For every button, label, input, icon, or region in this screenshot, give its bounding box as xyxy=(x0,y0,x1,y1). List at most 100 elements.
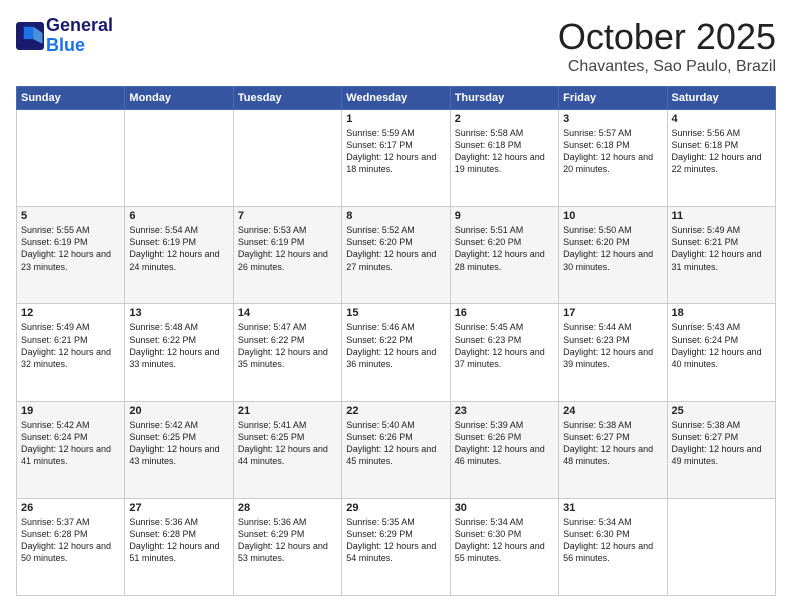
calendar-week-row: 5 Sunrise: 5:55 AM Sunset: 6:19 PM Daylig… xyxy=(17,207,776,304)
cell-details: Sunrise: 5:58 AM Sunset: 6:18 PM Dayligh… xyxy=(455,127,554,176)
cell-details: Sunrise: 5:36 AM Sunset: 6:29 PM Dayligh… xyxy=(238,516,337,565)
cell-details: Sunrise: 5:54 AM Sunset: 6:19 PM Dayligh… xyxy=(129,224,228,273)
day-number: 15 xyxy=(346,307,445,319)
cell-details: Sunrise: 5:38 AM Sunset: 6:27 PM Dayligh… xyxy=(672,419,771,468)
day-number: 17 xyxy=(563,307,662,319)
day-number: 24 xyxy=(563,405,662,417)
calendar-cell: 13 Sunrise: 5:48 AM Sunset: 6:22 PM Dayli… xyxy=(125,304,233,401)
calendar-cell: 5 Sunrise: 5:55 AM Sunset: 6:19 PM Daylig… xyxy=(17,207,125,304)
subtitle: Chavantes, Sao Paulo, Brazil xyxy=(558,58,776,76)
day-number: 26 xyxy=(21,502,120,514)
calendar-cell: 31Sunrise: 5:34 AM Sunset: 6:30 PM Dayli… xyxy=(559,498,667,595)
cell-details: Sunrise: 5:38 AM Sunset: 6:27 PM Dayligh… xyxy=(563,419,662,468)
calendar-cell: 30Sunrise: 5:34 AM Sunset: 6:30 PM Dayli… xyxy=(450,498,558,595)
cell-details: Sunrise: 5:37 AM Sunset: 6:28 PM Dayligh… xyxy=(21,516,120,565)
calendar-week-row: 26 Sunrise: 5:37 AM Sunset: 6:28 PM Dayli… xyxy=(17,498,776,595)
cell-details: Sunrise: 5:55 AM Sunset: 6:19 PM Dayligh… xyxy=(21,224,120,273)
cell-details: Sunrise: 5:39 AM Sunset: 6:26 PM Dayligh… xyxy=(455,419,554,468)
logo: General Blue xyxy=(16,16,113,56)
calendar-cell: 25 Sunrise: 5:38 AM Sunset: 6:27 PM Dayli… xyxy=(667,401,775,498)
day-number: 10 xyxy=(563,210,662,222)
cell-details: Sunrise: 5:44 AM Sunset: 6:23 PM Dayligh… xyxy=(563,321,662,370)
calendar-day-header: Thursday xyxy=(450,87,558,110)
calendar-cell: 15 Sunrise: 5:46 AM Sunset: 6:22 PM Dayli… xyxy=(342,304,450,401)
main-title: October 2025 xyxy=(558,16,776,58)
day-number: 12 xyxy=(21,307,120,319)
calendar-cell xyxy=(125,110,233,207)
calendar-week-row: 12 Sunrise: 5:49 AM Sunset: 6:21 PM Dayli… xyxy=(17,304,776,401)
logo-line2: Blue xyxy=(46,35,85,55)
logo-icon xyxy=(16,22,44,50)
cell-details: Sunrise: 5:49 AM Sunset: 6:21 PM Dayligh… xyxy=(672,224,771,273)
calendar-day-header: Monday xyxy=(125,87,233,110)
calendar-day-header: Friday xyxy=(559,87,667,110)
day-number: 9 xyxy=(455,210,554,222)
cell-details: Sunrise: 5:42 AM Sunset: 6:24 PM Dayligh… xyxy=(21,419,120,468)
calendar-cell: 22 Sunrise: 5:40 AM Sunset: 6:26 PM Dayli… xyxy=(342,401,450,498)
page: General Blue October 2025 Chavantes, Sao… xyxy=(0,0,792,612)
calendar-day-header: Sunday xyxy=(17,87,125,110)
calendar-cell: 4Sunrise: 5:56 AM Sunset: 6:18 PM Daylig… xyxy=(667,110,775,207)
day-number: 14 xyxy=(238,307,337,319)
calendar-day-header: Tuesday xyxy=(233,87,341,110)
calendar-cell: 27Sunrise: 5:36 AM Sunset: 6:28 PM Dayli… xyxy=(125,498,233,595)
logo-line1: General xyxy=(46,16,113,36)
calendar-cell: 23 Sunrise: 5:39 AM Sunset: 6:26 PM Dayli… xyxy=(450,401,558,498)
calendar-cell: 28 Sunrise: 5:36 AM Sunset: 6:29 PM Dayli… xyxy=(233,498,341,595)
calendar-cell: 20Sunrise: 5:42 AM Sunset: 6:25 PM Dayli… xyxy=(125,401,233,498)
cell-details: Sunrise: 5:57 AM Sunset: 6:18 PM Dayligh… xyxy=(563,127,662,176)
calendar-cell: 1Sunrise: 5:59 AM Sunset: 6:17 PM Daylig… xyxy=(342,110,450,207)
day-number: 28 xyxy=(238,502,337,514)
calendar-cell: 24 Sunrise: 5:38 AM Sunset: 6:27 PM Dayli… xyxy=(559,401,667,498)
calendar-cell: 17 Sunrise: 5:44 AM Sunset: 6:23 PM Dayli… xyxy=(559,304,667,401)
calendar-cell: 29Sunrise: 5:35 AM Sunset: 6:29 PM Dayli… xyxy=(342,498,450,595)
calendar-week-row: 1Sunrise: 5:59 AM Sunset: 6:17 PM Daylig… xyxy=(17,110,776,207)
cell-details: Sunrise: 5:59 AM Sunset: 6:17 PM Dayligh… xyxy=(346,127,445,176)
cell-details: Sunrise: 5:46 AM Sunset: 6:22 PM Dayligh… xyxy=(346,321,445,370)
day-number: 11 xyxy=(672,210,771,222)
calendar-cell: 12 Sunrise: 5:49 AM Sunset: 6:21 PM Dayli… xyxy=(17,304,125,401)
calendar-cell: 14 Sunrise: 5:47 AM Sunset: 6:22 PM Dayli… xyxy=(233,304,341,401)
calendar-cell: 11 Sunrise: 5:49 AM Sunset: 6:21 PM Dayli… xyxy=(667,207,775,304)
day-number: 27 xyxy=(129,502,228,514)
cell-details: Sunrise: 5:56 AM Sunset: 6:18 PM Dayligh… xyxy=(672,127,771,176)
calendar-cell xyxy=(233,110,341,207)
day-number: 25 xyxy=(672,405,771,417)
calendar-day-header: Saturday xyxy=(667,87,775,110)
day-number: 23 xyxy=(455,405,554,417)
day-number: 19 xyxy=(21,405,120,417)
cell-details: Sunrise: 5:47 AM Sunset: 6:22 PM Dayligh… xyxy=(238,321,337,370)
calendar-cell: 2 Sunrise: 5:58 AM Sunset: 6:18 PM Daylig… xyxy=(450,110,558,207)
day-number: 13 xyxy=(129,307,228,319)
day-number: 22 xyxy=(346,405,445,417)
cell-details: Sunrise: 5:51 AM Sunset: 6:20 PM Dayligh… xyxy=(455,224,554,273)
cell-details: Sunrise: 5:49 AM Sunset: 6:21 PM Dayligh… xyxy=(21,321,120,370)
cell-details: Sunrise: 5:41 AM Sunset: 6:25 PM Dayligh… xyxy=(238,419,337,468)
calendar-cell: 10 Sunrise: 5:50 AM Sunset: 6:20 PM Dayli… xyxy=(559,207,667,304)
day-number: 5 xyxy=(21,210,120,222)
day-number: 18 xyxy=(672,307,771,319)
cell-details: Sunrise: 5:50 AM Sunset: 6:20 PM Dayligh… xyxy=(563,224,662,273)
day-number: 29 xyxy=(346,502,445,514)
day-number: 2 xyxy=(455,113,554,125)
calendar-cell xyxy=(17,110,125,207)
day-number: 21 xyxy=(238,405,337,417)
calendar-cell: 21 Sunrise: 5:41 AM Sunset: 6:25 PM Dayli… xyxy=(233,401,341,498)
day-number: 30 xyxy=(455,502,554,514)
calendar-cell: 8Sunrise: 5:52 AM Sunset: 6:20 PM Daylig… xyxy=(342,207,450,304)
calendar-week-row: 19 Sunrise: 5:42 AM Sunset: 6:24 PM Dayli… xyxy=(17,401,776,498)
cell-details: Sunrise: 5:53 AM Sunset: 6:19 PM Dayligh… xyxy=(238,224,337,273)
title-block: October 2025 Chavantes, Sao Paulo, Brazi… xyxy=(558,16,776,76)
calendar-cell: 9 Sunrise: 5:51 AM Sunset: 6:20 PM Daylig… xyxy=(450,207,558,304)
calendar-cell: 7Sunrise: 5:53 AM Sunset: 6:19 PM Daylig… xyxy=(233,207,341,304)
calendar-header-row: SundayMondayTuesdayWednesdayThursdayFrid… xyxy=(17,87,776,110)
cell-details: Sunrise: 5:48 AM Sunset: 6:22 PM Dayligh… xyxy=(129,321,228,370)
cell-details: Sunrise: 5:52 AM Sunset: 6:20 PM Dayligh… xyxy=(346,224,445,273)
calendar-cell: 19 Sunrise: 5:42 AM Sunset: 6:24 PM Dayli… xyxy=(17,401,125,498)
cell-details: Sunrise: 5:40 AM Sunset: 6:26 PM Dayligh… xyxy=(346,419,445,468)
cell-details: Sunrise: 5:42 AM Sunset: 6:25 PM Dayligh… xyxy=(129,419,228,468)
cell-details: Sunrise: 5:43 AM Sunset: 6:24 PM Dayligh… xyxy=(672,321,771,370)
day-number: 16 xyxy=(455,307,554,319)
calendar-cell: 16Sunrise: 5:45 AM Sunset: 6:23 PM Dayli… xyxy=(450,304,558,401)
logo-text: General Blue xyxy=(46,16,113,56)
